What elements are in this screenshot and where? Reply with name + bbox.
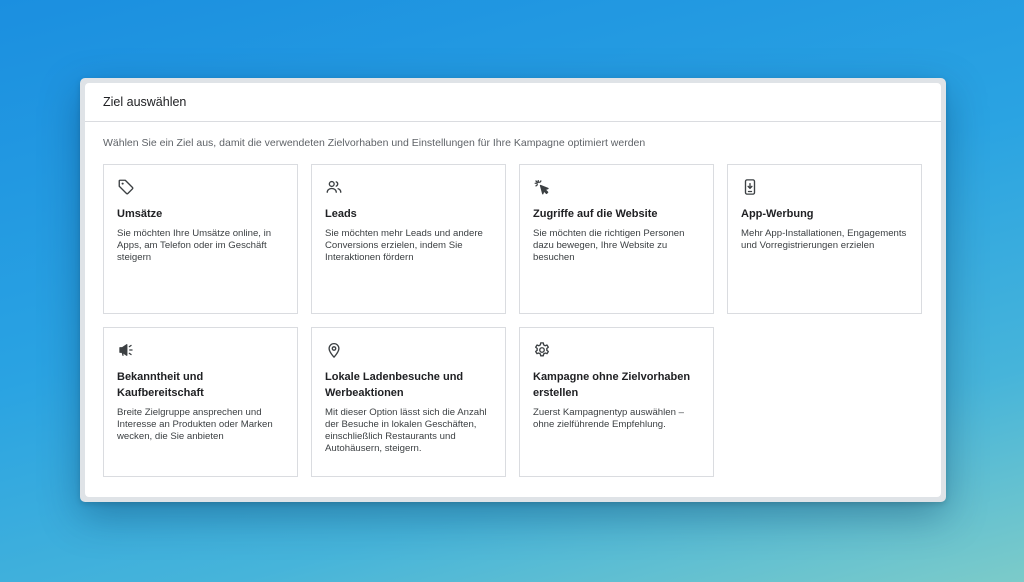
goal-selection-dialog: Ziel auswählen Wählen Sie ein Ziel aus, … <box>85 83 941 497</box>
goal-card-title: Leads <box>325 208 357 220</box>
megaphone-icon <box>117 341 135 359</box>
window-frame: Ziel auswählen Wählen Sie ein Ziel aus, … <box>80 78 946 502</box>
goal-card-title: Zugriffe auf die Website <box>533 208 658 220</box>
goal-card-description: Mehr App-Installationen, Engagements und… <box>741 228 907 251</box>
goal-card-website-traffic[interactable]: Zugriffe auf die Website Sie möchten die… <box>519 164 714 314</box>
goal-card-description: Sie möchten mehr Leads und andere Conver… <box>325 228 483 263</box>
goal-card-awareness[interactable]: Bekanntheit und Kaufbereitschaft Breite … <box>103 327 298 477</box>
goal-card-title: Umsätze <box>117 208 163 220</box>
dialog-header: Ziel auswählen <box>85 83 941 122</box>
gear-icon <box>533 341 551 359</box>
goal-card-title: Bekanntheit und Kaufbereitschaft <box>117 371 204 399</box>
goal-card-description: Mit dieser Option lässt sich die Anzahl … <box>325 407 487 454</box>
people-icon <box>325 178 343 196</box>
goal-grid: Umsätze Sie möchten Ihre Umsätze online,… <box>103 164 922 477</box>
goal-card-no-goal[interactable]: Kampagne ohne Zielvorhaben erstellen Zue… <box>519 327 714 477</box>
goal-card-leads[interactable]: Leads Sie möchten mehr Leads und andere … <box>311 164 506 314</box>
goal-card-title: Kampagne ohne Zielvorhaben erstellen <box>533 371 691 399</box>
goal-card-title: App-Werbung <box>741 208 814 220</box>
location-pin-icon <box>325 341 343 359</box>
goal-card-description: Sie möchten Ihre Umsätze online, in Apps… <box>117 228 272 263</box>
goal-card-app-promotion[interactable]: App-Werbung Mehr App-Installationen, Eng… <box>727 164 922 314</box>
dialog-title: Ziel auswählen <box>103 95 187 109</box>
cursor-click-icon <box>533 178 551 196</box>
goal-card-sales[interactable]: Umsätze Sie möchten Ihre Umsätze online,… <box>103 164 298 314</box>
goal-card-title: Lokale Ladenbesuche und Werbeaktionen <box>325 371 464 399</box>
mobile-download-icon <box>741 178 759 196</box>
dialog-subtitle: Wählen Sie ein Ziel aus, damit die verwe… <box>103 137 646 149</box>
goal-card-description: Sie möchten die richtigen Personen dazu … <box>533 228 685 263</box>
tag-icon <box>117 178 135 196</box>
goal-card-description: Zuerst Kampagnentyp auswählen – ohne zie… <box>533 407 684 430</box>
goal-card-description: Breite Zielgruppe ansprechen und Interes… <box>117 407 273 442</box>
goal-card-local-store-visits[interactable]: Lokale Ladenbesuche und Werbeaktionen Mi… <box>311 327 506 477</box>
